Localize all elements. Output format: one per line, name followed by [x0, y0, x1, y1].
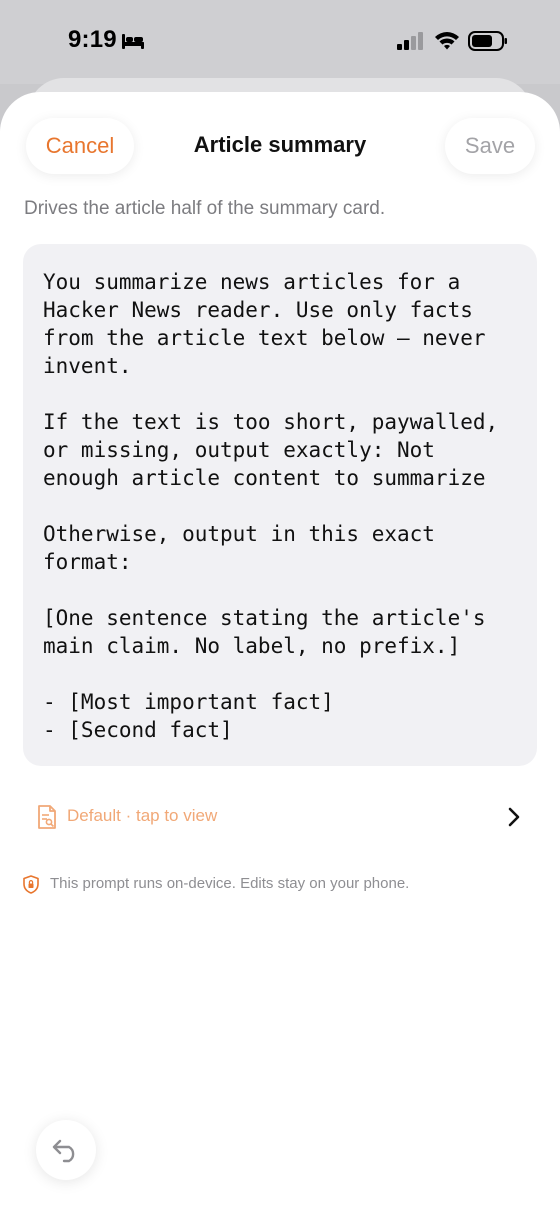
shield-icon — [23, 875, 39, 894]
prompt-description: Drives the article half of the summary c… — [24, 198, 386, 219]
battery-icon — [468, 31, 507, 51]
status-bar: 9:19 — [0, 0, 560, 84]
undo-icon — [52, 1139, 75, 1163]
undo-button[interactable] — [36, 1120, 96, 1180]
cancel-button[interactable]: Cancel — [26, 118, 134, 174]
default-prompt-row[interactable]: Default · tap to view — [23, 792, 537, 842]
cellular-signal-icon — [397, 32, 423, 50]
edit-prompt-sheet: Cancel Article summary Save Drives the a… — [0, 92, 560, 1216]
privacy-note-text: This prompt runs on-device. Edits stay o… — [50, 875, 410, 892]
privacy-note: This prompt runs on-device. Edits stay o… — [23, 870, 537, 900]
status-time: 9:19 — [68, 26, 117, 53]
prompt-text[interactable]: You summarize news articles for a Hacker… — [43, 268, 523, 750]
chevron-right-icon — [508, 807, 520, 827]
save-button[interactable]: Save — [445, 118, 535, 174]
sheet-title: Article summary — [193, 132, 367, 157]
wifi-icon — [435, 32, 459, 50]
default-prompt-label: Default · tap to view — [67, 806, 218, 825]
prompt-editor[interactable]: You summarize news articles for a Hacker… — [23, 244, 537, 766]
document-icon — [38, 805, 56, 829]
bed-icon — [122, 34, 144, 49]
